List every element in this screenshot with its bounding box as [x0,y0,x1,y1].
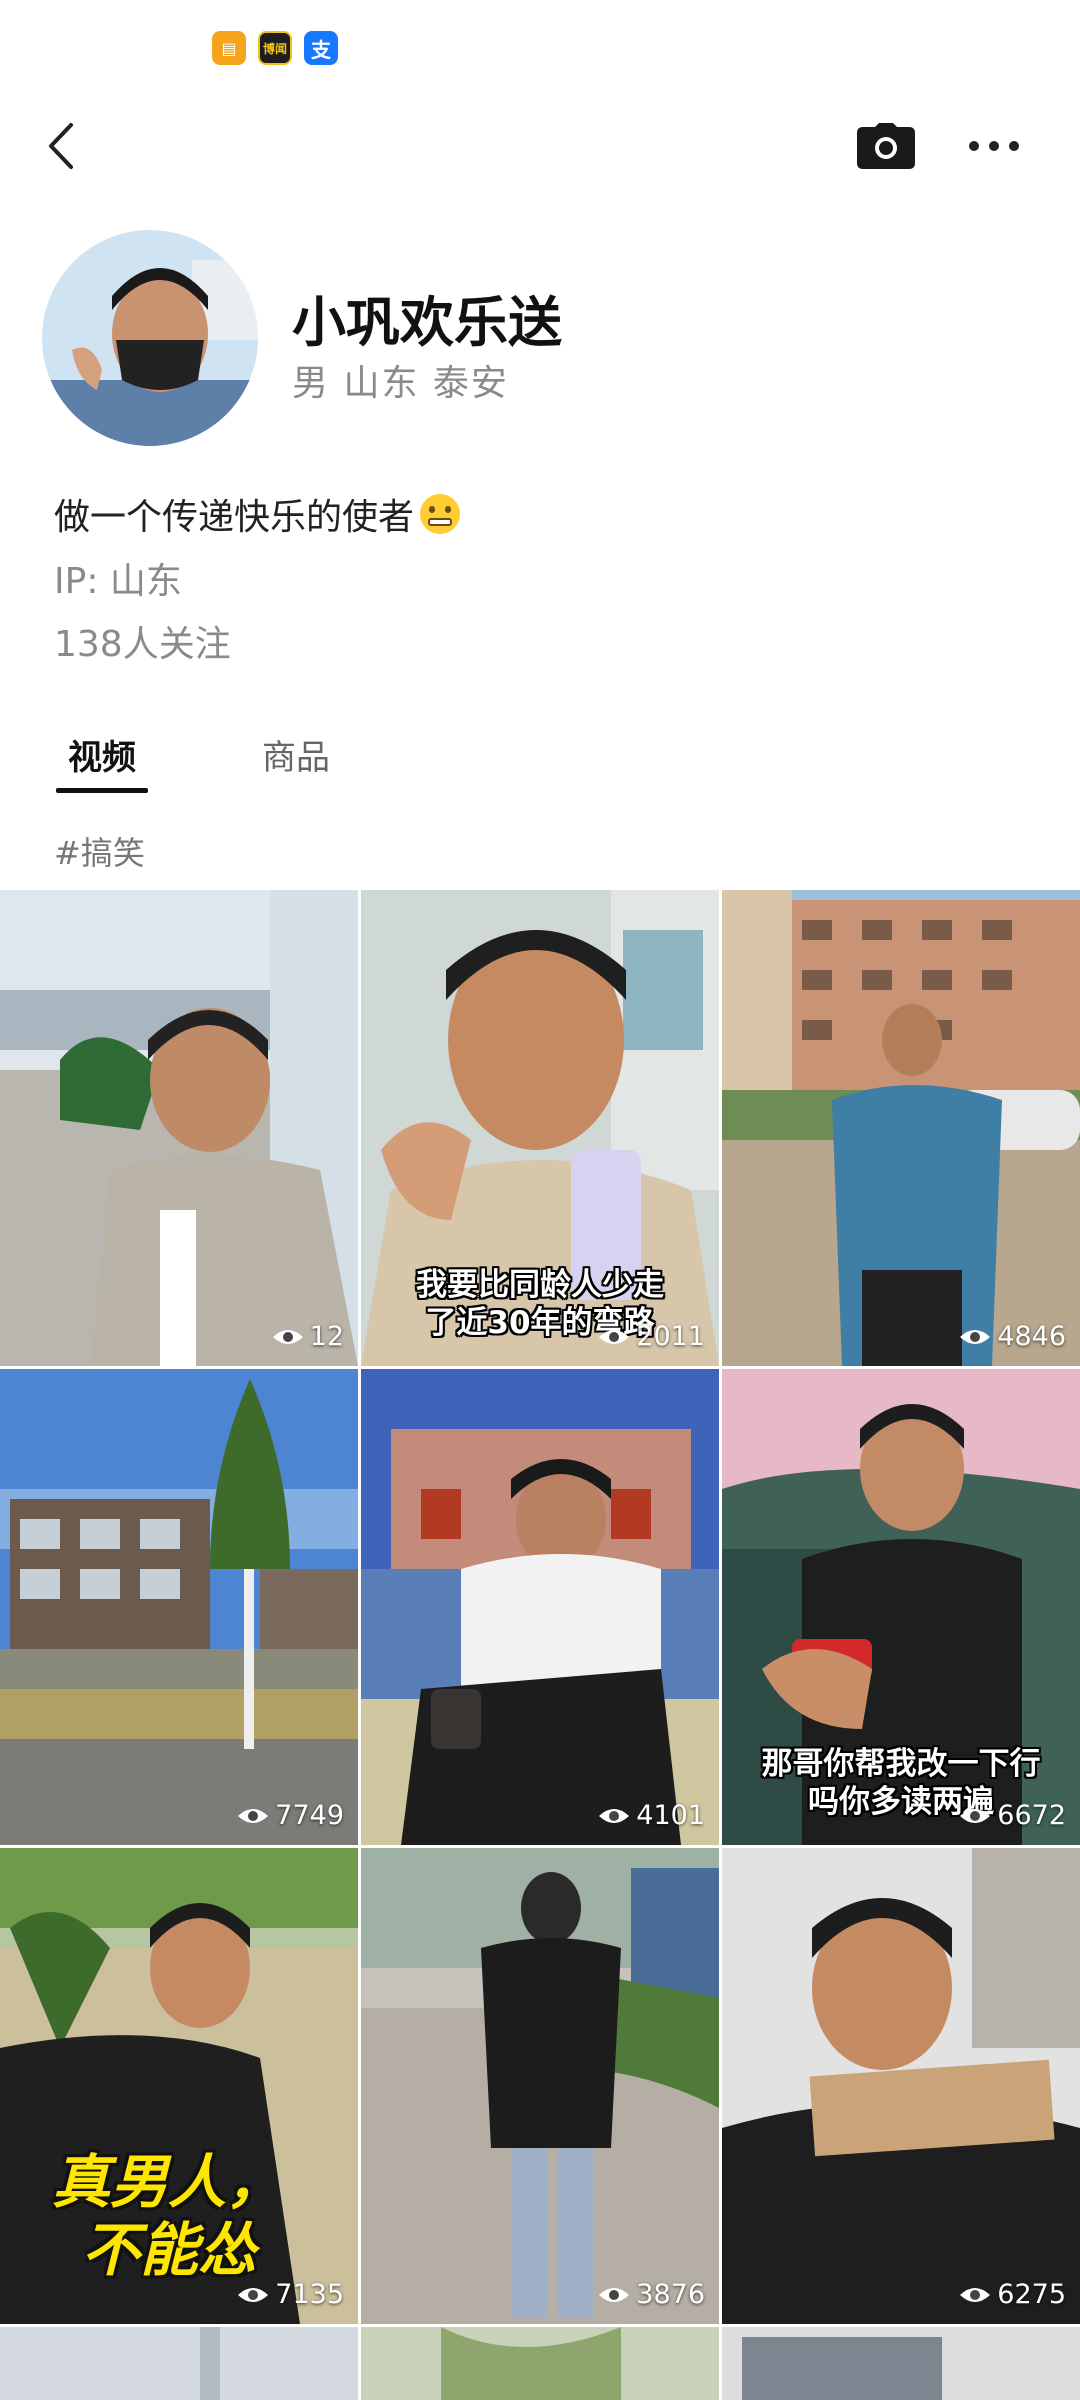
tab-videos[interactable]: 视频 [68,730,136,779]
video-tile[interactable]: 4101 [361,1369,719,1845]
camera-icon [857,123,915,169]
eye-icon [272,1329,303,1344]
bio-text: 做一个传递快乐的使者 [54,497,415,538]
eye-icon [599,2287,630,2302]
view-count: 12 [272,1321,344,1352]
content-tabs: 视频 商品 [0,720,1080,800]
active-tab-indicator [56,788,148,793]
top-nav-bar [0,96,1080,196]
video-tile[interactable] [361,2327,719,2400]
eye-icon [238,1808,269,1823]
alipay-icon: 支 [304,31,338,65]
profile-name: 小巩欢乐送 [292,291,562,354]
status-icons: ▤ 博闻 支 [212,31,338,65]
profile-bio: 做一个传递快乐的使者 [54,488,461,540]
eye-icon [599,1808,630,1823]
video-tile[interactable]: 4846 [722,890,1080,1366]
following-count[interactable]: 138人关注 [54,615,231,667]
video-tile[interactable] [722,2327,1080,2400]
eye-icon [960,1808,991,1823]
video-tile[interactable]: 3876 [361,1848,719,2324]
video-tile[interactable]: 那哥你帮我改一下行 吗你多读两遍 6672 [722,1369,1080,1845]
avatar[interactable] [42,230,258,446]
back-button[interactable] [30,116,90,176]
eye-icon [960,1329,991,1344]
boke-app-icon: 博闻 [258,31,292,65]
tab-products[interactable]: 商品 [262,730,330,779]
view-count: 4101 [598,1800,705,1831]
view-count: 6275 [959,2279,1066,2310]
view-count: 7135 [237,2279,344,2310]
camera-button[interactable] [852,116,920,176]
video-tile[interactable] [0,2327,358,2400]
video-tile[interactable]: 7749 [0,1369,358,1845]
ip-location: IP: 山东 [54,561,182,602]
view-count: 6672 [959,1800,1066,1831]
grimace-emoji-icon [420,494,461,534]
video-tile[interactable]: 6275 [722,1848,1080,2324]
hashtag-filter[interactable]: #搞笑 [54,828,145,874]
profile-header: 小巩欢乐送 男 山东 泰安 [0,230,1080,450]
notes-icon: ▤ [212,31,246,65]
status-bar: ▤ 博闻 支 [0,0,1080,96]
view-count: 3876 [598,2279,705,2310]
view-count: 2011 [598,1321,705,1352]
eye-icon [238,2287,269,2302]
more-options-button[interactable] [958,116,1030,176]
view-count: 7749 [237,1800,344,1831]
video-big-caption: 真男人， 不能怂 [52,2148,285,2284]
video-tile[interactable]: 我要比同龄人少走 了近30年的弯路 2011 [361,890,719,1366]
video-tile[interactable]: 真男人， 不能怂 7135 [0,1848,358,2324]
view-count: 4846 [959,1321,1066,1352]
eye-icon [960,2287,991,2302]
video-tile[interactable]: 12 [0,890,358,1366]
chevron-left-icon [49,123,73,169]
more-dots-icon [969,141,1019,151]
eye-icon [599,1329,630,1344]
profile-meta: 男 山东 泰安 [292,363,509,404]
